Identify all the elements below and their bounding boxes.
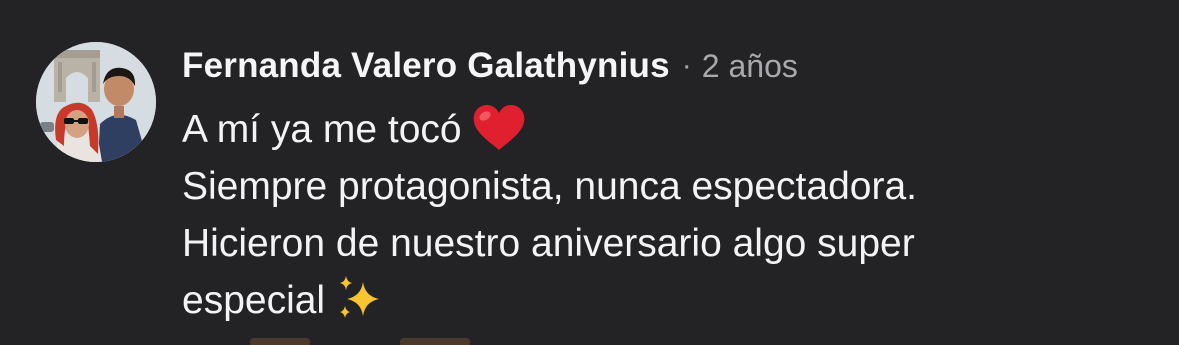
- sparkles-icon: [335, 274, 385, 324]
- comment-text-line-1: A mí ya me tocó: [182, 108, 462, 151]
- avatar[interactable]: [36, 42, 156, 162]
- comment-line: Hicieron de nuestro aniversario algo sup…: [182, 215, 1142, 272]
- comment-text-line-2: Siempre protagonista, nunca espectadora.: [182, 165, 917, 208]
- comment-text-line-4: especial: [182, 279, 326, 322]
- comment: Fernanda Valero Galathynius · 2 años A m…: [0, 0, 1179, 345]
- next-item-peek: [250, 338, 490, 345]
- comment-line: A mí ya me tocó: [182, 101, 1142, 158]
- author-name[interactable]: Fernanda Valero Galathynius: [182, 46, 670, 86]
- peek-block: [250, 338, 310, 345]
- comment-line: Siempre protagonista, nunca espectadora.: [182, 158, 1142, 215]
- separator-dot: ·: [681, 49, 692, 82]
- comment-text-line-3: Hicieron de nuestro aniversario algo sup…: [182, 222, 915, 265]
- timestamp[interactable]: 2 años: [702, 48, 798, 85]
- profile-photo-icon: [36, 42, 156, 162]
- comment-body: A mí ya me tocó Siempre protagonista, nu…: [182, 101, 1142, 329]
- comment-line: especial: [182, 272, 1142, 329]
- comment-header: Fernanda Valero Galathynius · 2 años: [182, 44, 798, 88]
- red-heart-icon: [472, 104, 526, 152]
- peek-block: [400, 338, 470, 345]
